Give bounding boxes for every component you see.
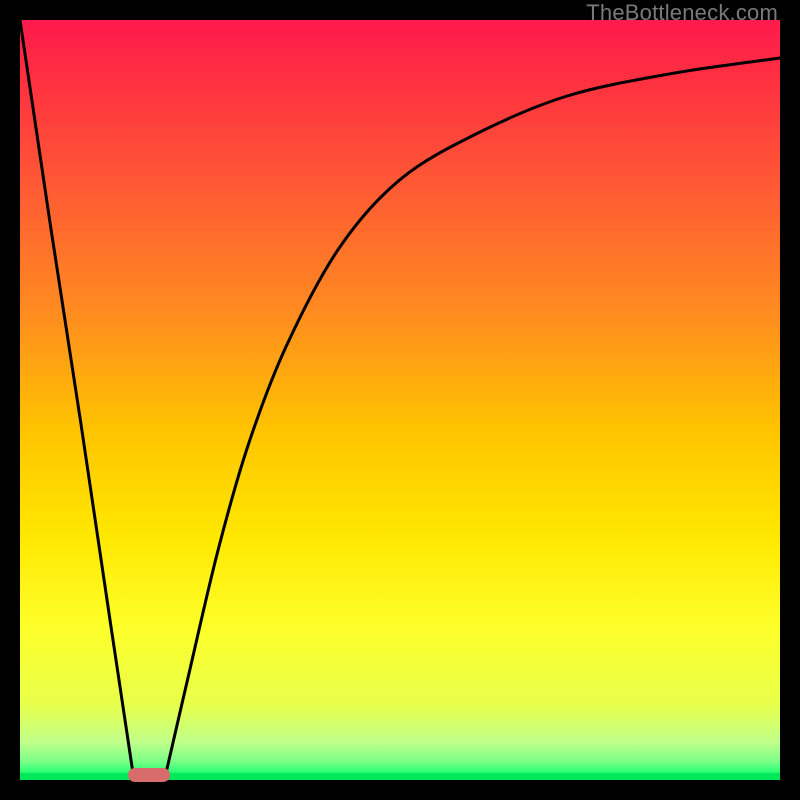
outer-frame: TheBottleneck.com	[0, 0, 800, 800]
optimal-marker-pill	[128, 768, 170, 782]
bottleneck-curve	[20, 20, 780, 780]
curve-left-branch	[20, 20, 134, 780]
curve-right-branch	[164, 58, 780, 780]
